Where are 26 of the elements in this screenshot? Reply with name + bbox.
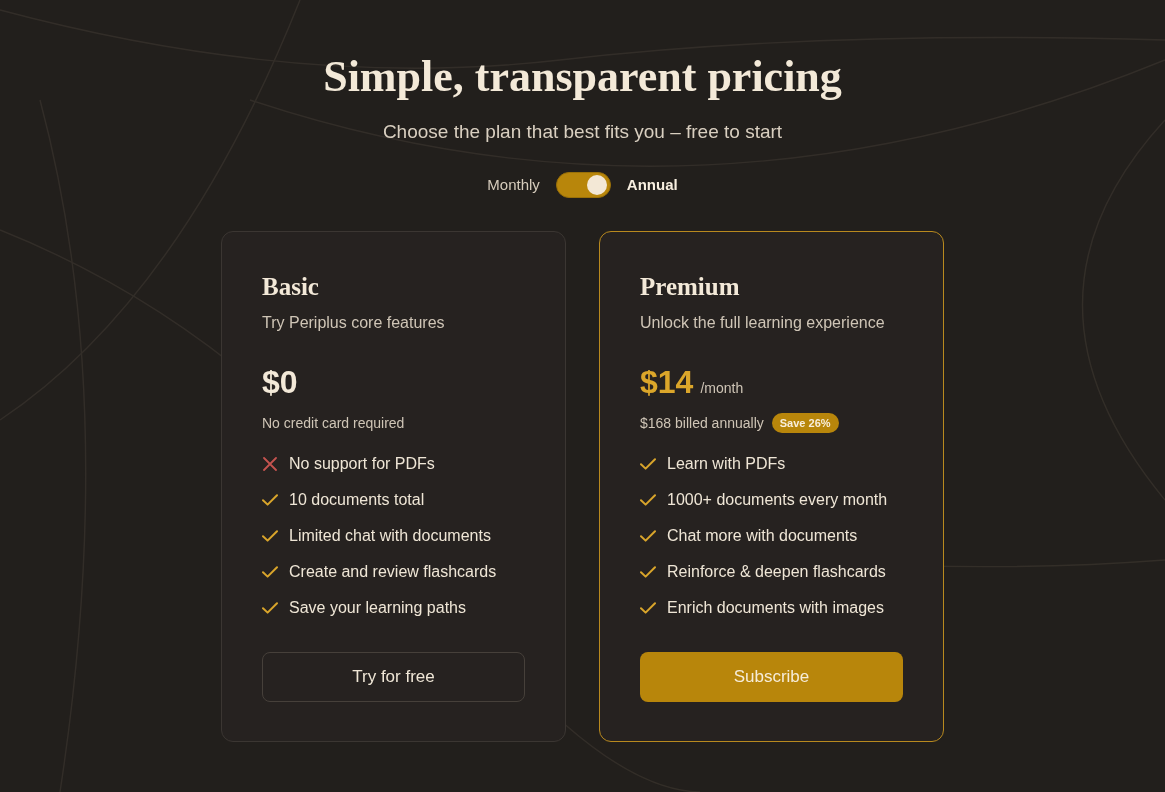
plan-name: Basic xyxy=(262,272,319,302)
feature-text: Reinforce & deepen flashcards xyxy=(667,562,886,582)
feature-text: 10 documents total xyxy=(289,490,425,510)
feature-text: Chat more with documents xyxy=(667,526,858,546)
feature-text: Save your learning paths xyxy=(289,598,466,618)
plan-price: $0 xyxy=(262,363,298,402)
feature-text: Create and review flashcards xyxy=(289,562,497,582)
plan-tagline: Unlock the full learning experience xyxy=(640,313,885,333)
feature-text: 1000+ documents every month xyxy=(667,490,888,510)
plan-name: Premium xyxy=(640,272,740,302)
feature-text: Limited chat with documents xyxy=(289,526,491,546)
feature-text: No support for PDFs xyxy=(289,454,435,474)
plan-tagline: Try Periplus core features xyxy=(262,313,445,333)
billing-note: No credit card required xyxy=(262,414,405,433)
feature-text: Enrich documents with images xyxy=(667,598,884,618)
page-subtitle: Choose the plan that best fits you – free to start xyxy=(382,120,783,144)
page-title: Simple, transparent pricing xyxy=(323,51,842,103)
billing-option[interactable]: Monthly xyxy=(487,173,540,197)
try-free-button[interactable]: Try for free xyxy=(262,652,525,702)
savings-badge: Save 26% xyxy=(771,413,839,433)
plan-price: $14 xyxy=(640,363,694,402)
billing-toggle[interactable] xyxy=(555,172,611,198)
feature-text: Learn with PDFs xyxy=(667,454,786,474)
price-period: /month xyxy=(700,379,744,398)
billing-option[interactable]: Annual xyxy=(626,173,678,197)
billing-note: $168 billed annually xyxy=(640,414,764,433)
